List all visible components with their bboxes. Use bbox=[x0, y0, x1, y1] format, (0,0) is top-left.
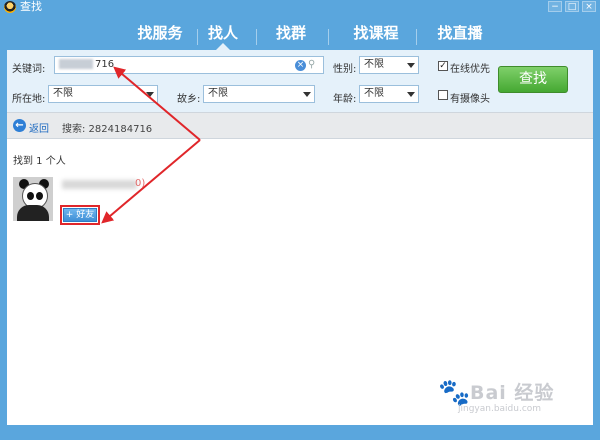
minimize-button[interactable]: − bbox=[548, 1, 562, 12]
keyword-value: 716 bbox=[95, 59, 115, 70]
keyword-label: 关键词: bbox=[12, 64, 46, 75]
back-link[interactable]: 返回 bbox=[29, 120, 49, 135]
back-arrow-icon[interactable]: ← bbox=[13, 119, 26, 132]
online-first-label: 在线优先 bbox=[450, 64, 490, 75]
hometown-value: 不限 bbox=[208, 88, 228, 99]
hometown-select[interactable]: 不限 bbox=[203, 85, 315, 103]
search-summary: 搜索: 2824184716 bbox=[62, 124, 153, 135]
clear-icon[interactable]: × bbox=[295, 60, 306, 71]
window-controls: − □ × bbox=[548, 1, 596, 12]
age-value: 不限 bbox=[364, 88, 384, 99]
gender-value: 不限 bbox=[364, 59, 384, 70]
watermark-brand: Bai 经验 bbox=[470, 382, 555, 404]
panda-eye bbox=[27, 192, 34, 200]
tab-separator bbox=[416, 29, 417, 45]
age-label: 年龄: bbox=[333, 94, 357, 105]
tab-separator bbox=[197, 29, 198, 45]
gender-label: 性别: bbox=[333, 64, 357, 75]
watermark: 🐾 Bai 经验 jingyan.baidu.com bbox=[436, 372, 586, 422]
location-value: 不限 bbox=[53, 88, 73, 99]
tab-courses[interactable]: 找课程 bbox=[340, 18, 412, 48]
online-first-checkbox[interactable]: ✓ bbox=[438, 61, 448, 71]
tab-live[interactable]: 找直播 bbox=[424, 18, 496, 48]
tab-separator bbox=[328, 29, 329, 45]
search-window: 查找 − □ × 找服务 找人 找群 找课程 找直播 关键词: 716 × ⚲ … bbox=[0, 0, 600, 440]
chevron-down-icon bbox=[407, 63, 415, 68]
chevron-down-icon bbox=[146, 92, 154, 97]
tab-groups[interactable]: 找群 bbox=[266, 18, 316, 48]
redacted-name bbox=[62, 180, 137, 189]
maximize-button[interactable]: □ bbox=[565, 1, 579, 12]
tab-services[interactable]: 找服务 bbox=[118, 18, 202, 48]
search-filters: 关键词: 716 × ⚲ 性别: 不限 ✓ 在线优先 所在地: 不限 故乡: 不… bbox=[7, 50, 593, 112]
location-select[interactable]: 不限 bbox=[48, 85, 158, 103]
tab-people[interactable]: 找人 bbox=[200, 18, 246, 50]
close-button[interactable]: × bbox=[582, 1, 596, 12]
result-name-suffix: 0) bbox=[135, 178, 146, 189]
watermark-url: jingyan.baidu.com bbox=[458, 404, 542, 414]
gender-select[interactable]: 不限 bbox=[359, 56, 419, 74]
hometown-label: 故乡: bbox=[177, 94, 201, 105]
age-select[interactable]: 不限 bbox=[359, 85, 419, 103]
avatar[interactable] bbox=[13, 177, 53, 221]
chevron-down-icon bbox=[303, 92, 311, 97]
results-toolbar: ← 返回 搜索: 2824184716 bbox=[7, 112, 593, 139]
tab-separator bbox=[256, 29, 257, 45]
location-pin-icon[interactable]: ⚲ bbox=[308, 59, 316, 70]
find-button[interactable]: 查找 bbox=[498, 66, 568, 93]
panda-eye bbox=[36, 192, 43, 200]
annotation-highlight-box bbox=[60, 205, 100, 225]
redacted-text bbox=[59, 59, 93, 69]
chevron-down-icon bbox=[407, 92, 415, 97]
location-label: 所在地: bbox=[12, 94, 46, 105]
category-tabs: 找服务 找人 找群 找课程 找直播 bbox=[0, 12, 600, 50]
keyword-input[interactable]: 716 bbox=[54, 56, 324, 74]
result-count: 找到 1 个人 bbox=[13, 156, 66, 167]
has-camera-checkbox[interactable] bbox=[438, 90, 448, 100]
panda-body bbox=[17, 205, 49, 221]
has-camera-label: 有摄像头 bbox=[450, 94, 490, 105]
